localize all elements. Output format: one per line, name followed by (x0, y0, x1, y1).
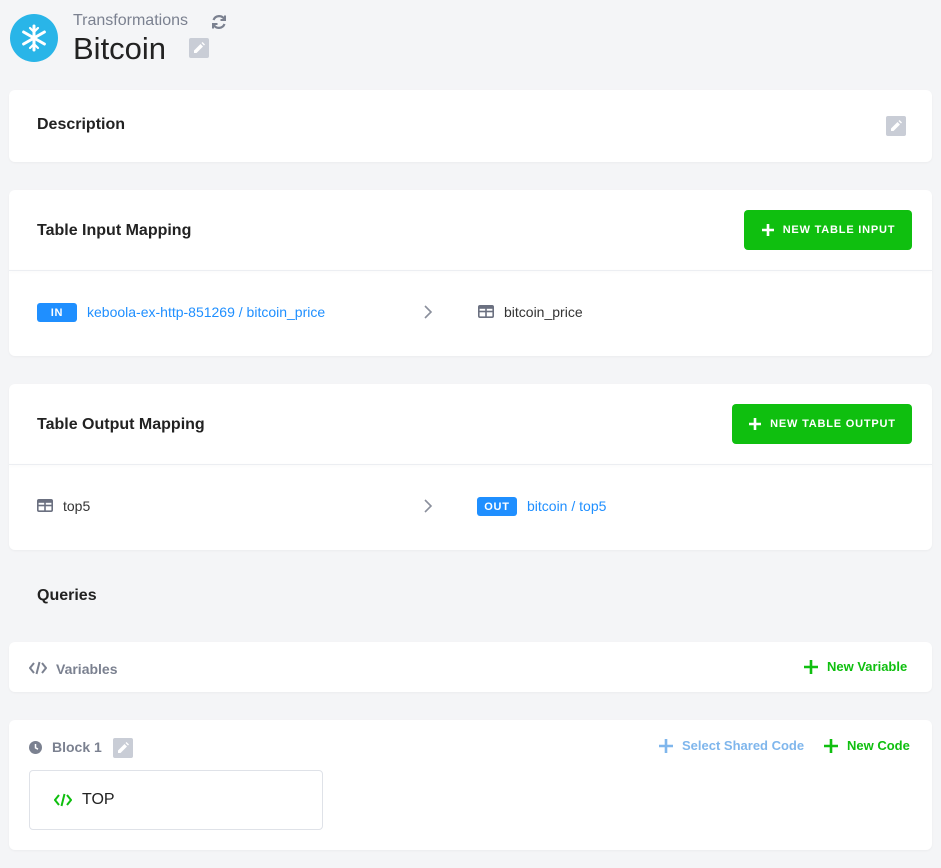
chevron-right-icon (424, 499, 433, 513)
code-name: TOP (82, 791, 115, 808)
edit-block-icon[interactable] (113, 738, 133, 758)
breadcrumb[interactable]: Transformations (73, 12, 188, 30)
page-title: Bitcoin (73, 31, 167, 66)
block-name: Block 1 (52, 739, 102, 755)
edit-title-icon[interactable] (189, 38, 209, 58)
snowflake-logo-icon (10, 14, 58, 62)
table-icon (478, 305, 494, 318)
new-table-input-label: NEW TABLE INPUT (782, 224, 896, 236)
code-icon (29, 661, 47, 675)
new-variable-button[interactable]: New Variable (804, 659, 907, 674)
input-mapping-card: Table Input Mapping NEW TABLE INPUT IN k… (9, 190, 932, 356)
new-table-input-button[interactable]: NEW TABLE INPUT (744, 210, 912, 250)
block-card: Block 1 Select Shared Code New Code TOP (9, 720, 932, 850)
description-title: Description (37, 116, 126, 133)
new-code-label: New Code (847, 738, 910, 753)
plus-icon (761, 224, 774, 236)
new-code-button[interactable]: New Code (824, 738, 910, 753)
plus-icon (749, 418, 762, 430)
plus-icon (659, 738, 673, 753)
output-source: top5 (63, 498, 91, 514)
code-icon (54, 793, 72, 807)
queries-title: Queries (37, 587, 97, 604)
input-destination: bitcoin_price (504, 304, 583, 320)
new-table-output-label: NEW TABLE OUTPUT (770, 418, 896, 430)
variables-card: Variables New Variable (9, 642, 932, 692)
plus-icon (804, 659, 818, 674)
edit-description-icon[interactable] (886, 116, 906, 136)
new-variable-label: New Variable (827, 659, 908, 674)
select-shared-code-label: Select Shared Code (682, 738, 805, 753)
output-mapping-title: Table Output Mapping (37, 416, 205, 433)
input-mapping-title: Table Input Mapping (37, 222, 192, 239)
code-item[interactable]: TOP (29, 770, 323, 830)
new-table-output-button[interactable]: NEW TABLE OUTPUT (732, 404, 912, 444)
select-shared-code-button[interactable]: Select Shared Code (659, 738, 804, 753)
description-card: Description (9, 90, 932, 162)
clock-icon (29, 741, 42, 754)
output-destination-link[interactable]: bitcoin / top5 (527, 498, 606, 514)
output-mapping-card: Table Output Mapping NEW TABLE OUTPUT to… (9, 384, 932, 550)
in-badge: IN (37, 303, 77, 322)
plus-icon (824, 738, 838, 753)
table-icon (37, 499, 53, 512)
out-badge: OUT (477, 497, 517, 516)
input-source-link[interactable]: keboola-ex-http-851269 / bitcoin_price (87, 304, 325, 320)
refresh-icon[interactable] (210, 13, 228, 31)
variables-label[interactable]: Variables (56, 661, 118, 677)
chevron-right-icon (424, 305, 433, 319)
